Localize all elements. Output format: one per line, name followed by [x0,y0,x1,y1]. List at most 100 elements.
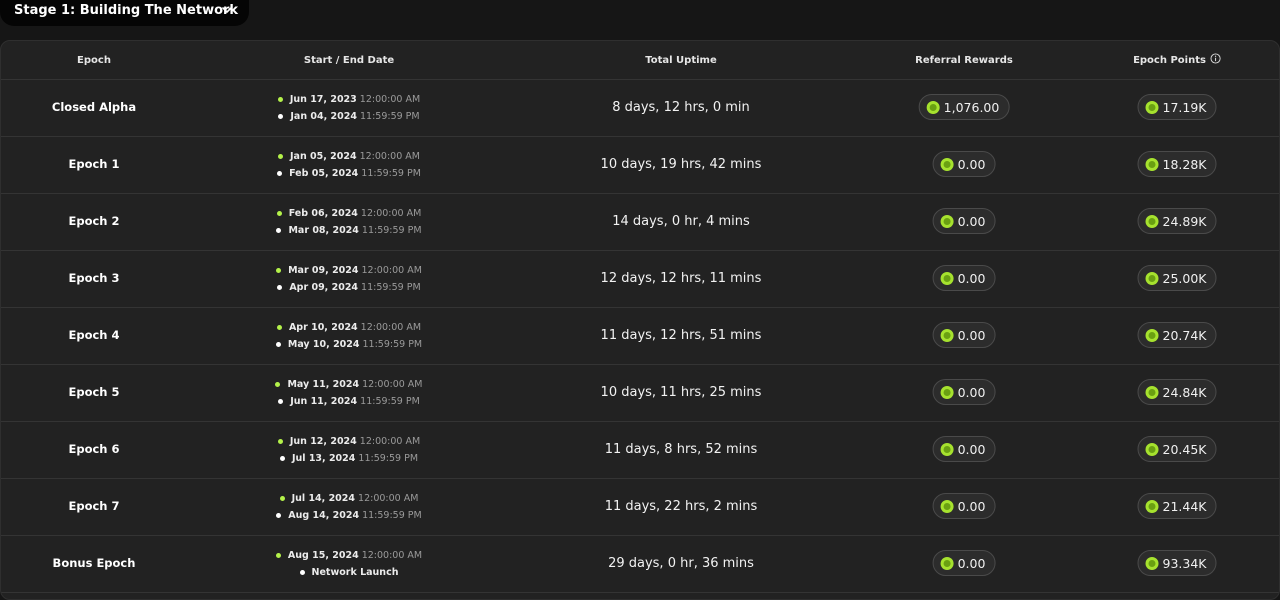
end-time: 11:59:59 PM [358,453,419,464]
table-row: Bonus Epoch Aug 15, 2024 12:00:00 AM Net… [1,535,1279,593]
epoch-points-value: 18.28K [1162,156,1207,172]
date-range: Aug 15, 2024 12:00:00 AM Network Launch [239,547,459,581]
referral-rewards-cell: 0.00 [932,478,996,534]
referral-rewards-value: 0.00 [957,498,986,514]
referral-rewards-badge: 0.00 [932,265,996,291]
table-row: Epoch 6 Jun 12, 2024 12:00:00 AM Jul 13,… [1,421,1279,479]
start-date: Apr 10, 2024 [288,322,358,333]
table-row: Closed Alpha Jun 17, 2023 12:00:00 AM Ja… [1,79,1279,137]
start-date-line: Jan 05, 2024 12:00:00 AM [278,148,420,165]
start-time: 12:00:00 AM [359,436,421,447]
total-uptime: 10 days, 11 hrs, 25 mins [600,384,762,400]
end-date-line: Jan 04, 2024 11:59:59 PM [278,108,420,125]
epoch-points-value: 20.45K [1162,441,1207,457]
epoch-points-cell: 21.44K [1137,478,1217,534]
total-uptime: 11 days, 8 hrs, 52 mins [604,441,758,457]
epoch-points-badge: 25.00K [1137,265,1217,291]
white-dot-icon [299,570,305,575]
start-date-line: Feb 06, 2024 12:00:00 AM [276,205,421,222]
epoch-name: Epoch 2 [68,214,120,228]
coin-icon [1145,328,1159,342]
referral-rewards-value: 0.00 [957,327,986,343]
end-time: 11:59:59 PM [361,168,421,179]
epoch-points-badge: 93.34K [1137,550,1217,576]
info-icon[interactable] [1210,53,1221,64]
epoch-name: Epoch 3 [68,271,120,285]
epoch-points-value: 25.00K [1162,270,1207,286]
green-dot-icon [277,439,283,444]
end-date-line: Mar 08, 2024 11:59:59 PM [276,222,422,239]
stage-dropdown-label: Stage 1: Building The Network [14,2,239,18]
table-header: Epoch Start / End Date Total Uptime Refe… [1,41,1279,80]
date-range: Jan 05, 2024 12:00:00 AM Feb 05, 2024 11… [239,148,459,182]
column-header-dates: Start / End Date [304,41,394,79]
end-date: Aug 14, 2024 [288,510,360,521]
referral-rewards-cell: 0.00 [932,193,996,249]
end-date-line: Network Launch [299,564,398,581]
column-header-uptime-label: Total Uptime [645,54,717,66]
column-header-referral-label: Referral Rewards [915,54,1013,66]
green-dot-icon [279,496,285,501]
white-dot-icon [276,513,282,518]
end-date-line: Jul 13, 2024 11:59:59 PM [279,450,419,467]
start-time: 12:00:00 AM [359,151,420,162]
referral-rewards-badge: 1,076.00 [918,94,1010,120]
epoch-points-cell: 17.19K [1137,79,1217,135]
epoch-name: Closed Alpha [51,100,137,114]
stage-dropdown[interactable]: Stage 1: Building The Network [0,0,249,26]
epoch-points-cell: 24.89K [1137,193,1217,249]
coin-icon [940,328,954,342]
epoch-name: Bonus Epoch [52,556,136,570]
white-dot-icon [279,456,285,461]
start-time: 12:00:00 AM [358,493,419,504]
total-uptime: 14 days, 0 hr, 4 mins [612,213,750,229]
white-dot-icon [278,399,284,404]
epoch-points-value: 21.44K [1162,498,1207,514]
referral-rewards-badge: 0.00 [932,151,996,177]
start-date-line: Apr 10, 2024 12:00:00 AM [276,319,422,336]
epoch-points-badge: 20.45K [1137,436,1217,462]
epoch-points-value: 24.84K [1162,384,1207,400]
start-time: 12:00:00 AM [360,322,422,333]
table-row: Epoch 3 Mar 09, 2024 12:00:00 AM Apr 09,… [1,250,1279,308]
end-time: 11:59:59 PM [361,282,421,293]
column-header-dates-label: Start / End Date [303,54,395,66]
table-row: Epoch 4 Apr 10, 2024 12:00:00 AM May 10,… [1,307,1279,365]
date-range: Jul 14, 2024 12:00:00 AM Aug 14, 2024 11… [239,490,459,524]
epoch-points-value: 24.89K [1162,213,1207,229]
end-date-line: Apr 09, 2024 11:59:59 PM [277,279,421,296]
end-time: 11:59:59 PM [360,396,420,407]
total-uptime: 29 days, 0 hr, 36 mins [608,555,754,571]
end-time: 11:59:59 PM [362,339,423,350]
end-date: Jun 11, 2024 [290,396,358,407]
end-date-line: Jun 11, 2024 11:59:59 PM [278,393,420,410]
start-date-line: Aug 15, 2024 12:00:00 AM [275,547,422,564]
start-date-line: Mar 09, 2024 12:00:00 AM [276,262,422,279]
epoch-points-badge: 17.19K [1137,94,1217,120]
referral-rewards-badge: 0.00 [932,550,996,576]
table-row: Epoch 1 Jan 05, 2024 12:00:00 AM Feb 05,… [1,136,1279,194]
start-time: 12:00:00 AM [361,265,422,276]
epoch-points-cell: 93.34K [1137,535,1217,591]
coin-icon [1145,385,1159,399]
white-dot-icon [277,171,283,176]
coin-icon [926,100,940,114]
coin-icon [1145,499,1159,513]
end-date: Mar 08, 2024 [288,225,359,236]
column-header-epoch: Epoch [77,41,111,79]
white-dot-icon [276,228,282,233]
referral-rewards-badge: 0.00 [932,493,996,519]
end-date-line: Aug 14, 2024 11:59:59 PM [276,507,422,524]
green-dot-icon [276,268,282,273]
end-time: 11:59:59 PM [362,510,422,521]
green-dot-icon [275,553,281,558]
total-uptime: 11 days, 22 hrs, 2 mins [604,498,758,514]
epoch-points-value: 93.34K [1162,555,1207,571]
start-date: May 11, 2024 [287,379,360,390]
referral-rewards-cell: 0.00 [932,136,996,192]
coin-icon [1145,556,1159,570]
total-uptime: 10 days, 19 hrs, 42 mins [600,156,762,172]
start-date: Jun 17, 2023 [289,94,357,105]
end-time: 11:59:59 PM [361,225,422,236]
start-time: 12:00:00 AM [359,94,421,105]
